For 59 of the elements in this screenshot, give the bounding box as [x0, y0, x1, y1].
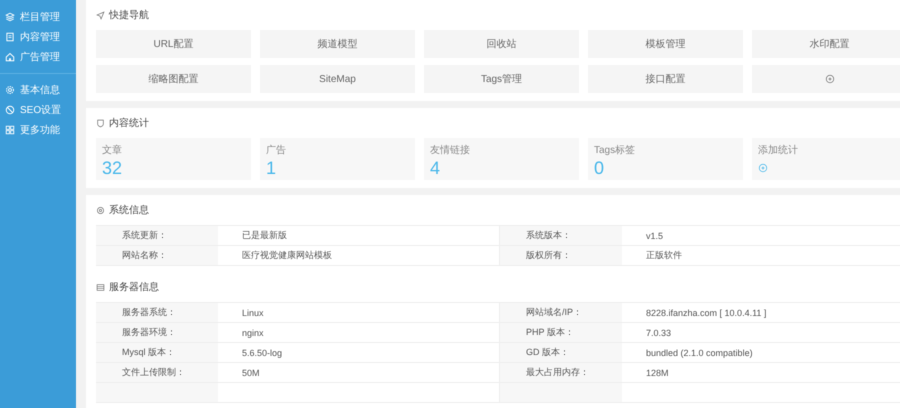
- value-cell: 7.0.33: [622, 323, 900, 342]
- send-icon: [96, 10, 105, 20]
- gear-icon: [96, 206, 105, 214]
- shortcut-button[interactable]: 缩略图配置: [96, 65, 251, 93]
- sidebar-item[interactable]: SEO设置: [0, 100, 76, 120]
- value-cell: 正版软件: [622, 246, 900, 265]
- sidebar-item[interactable]: 基本信息: [0, 80, 76, 100]
- stat-label: 文章: [102, 144, 123, 157]
- shortcut-button[interactable]: Tags管理: [424, 65, 579, 93]
- value-cell: 8228.ifanzha.com [ 10.0.4.11 ]: [622, 303, 900, 322]
- label-cell: 最大占用内存：: [500, 363, 622, 382]
- label-cell: 系统更新：: [96, 226, 218, 245]
- label-cell: 版权所有：: [500, 246, 622, 265]
- server-icon: [96, 282, 105, 292]
- home-icon: [5, 52, 15, 62]
- label-cell: GD 版本：: [500, 343, 622, 362]
- shortcut-button[interactable]: URL配置: [96, 30, 251, 58]
- label-cell: Mysql 版本：: [96, 343, 218, 362]
- stat-label: 友情链接: [430, 144, 471, 157]
- add-icon: [824, 74, 834, 84]
- add-shortcut-button[interactable]: [752, 65, 900, 93]
- stat-value: 1: [266, 157, 278, 179]
- sidebar-item[interactable]: 内容管理: [0, 27, 76, 47]
- label-cell: 网站名称：: [96, 246, 218, 265]
- section-title: 系统信息: [109, 204, 149, 217]
- label-cell: 服务器环境：: [96, 323, 218, 342]
- grid-icon: [5, 125, 15, 135]
- value-cell: 128M: [622, 363, 900, 382]
- shortcut-button[interactable]: 频道模型: [260, 30, 415, 58]
- section-title: 服务器信息: [109, 280, 159, 294]
- stat-label: Tags标签: [594, 144, 636, 157]
- label-cell: 系统版本：: [500, 226, 622, 245]
- label-cell: PHP 版本：: [500, 323, 622, 342]
- layers-icon: [5, 12, 15, 22]
- label-cell: 服务器系统：: [96, 303, 218, 322]
- shield-icon: [96, 118, 105, 128]
- sidebar-item[interactable]: 栏目管理: [0, 7, 76, 27]
- sidebar-item[interactable]: 广告管理: [0, 47, 76, 67]
- shortcut-button[interactable]: 模板管理: [588, 30, 743, 58]
- shortcut-button[interactable]: 回收站: [424, 30, 579, 58]
- document-icon: [5, 32, 15, 42]
- label-cell: 文件上传限制：: [96, 363, 218, 382]
- stat-value: 0: [594, 157, 606, 179]
- circle-slash-icon: [5, 105, 15, 115]
- label-cell: 网站域名/IP：: [500, 303, 622, 322]
- sidebar-item[interactable]: 更多功能: [0, 120, 76, 140]
- add-icon: [758, 163, 768, 173]
- shortcut-button[interactable]: 接口配置: [588, 65, 743, 93]
- shortcut-button[interactable]: 水印配置: [752, 30, 900, 58]
- stat-value: 4: [430, 157, 442, 179]
- value-cell: v1.5: [622, 226, 900, 245]
- value-cell: bundled (2.1.0 compatible): [622, 343, 900, 362]
- shortcut-button[interactable]: SiteMap: [260, 65, 415, 93]
- stat-label: 添加统计: [758, 144, 799, 157]
- stat-value: 32: [102, 157, 124, 179]
- section-title: 内容统计: [109, 116, 149, 130]
- section-title: 快捷导航: [109, 8, 149, 22]
- settings-icon: [5, 85, 15, 95]
- stat-label: 广告: [266, 144, 287, 157]
